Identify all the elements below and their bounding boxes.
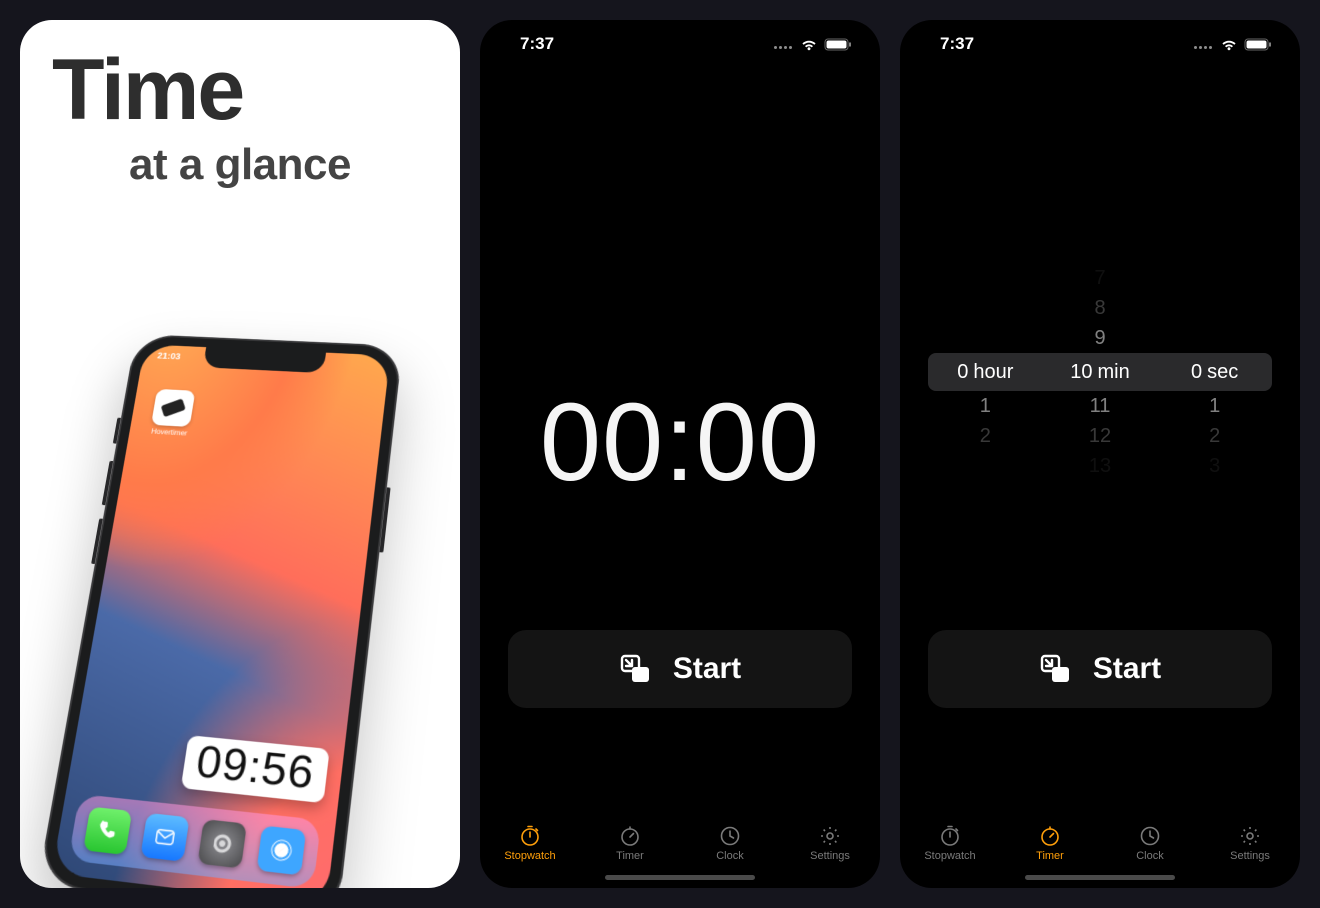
home-indicator — [605, 875, 755, 880]
tab-timer-label: Timer — [580, 850, 680, 862]
timer-icon — [1038, 824, 1062, 848]
tab-settings-label: Settings — [780, 850, 880, 862]
status-bar: 7:37 — [480, 20, 880, 68]
tab-clock[interactable]: Clock — [680, 822, 780, 862]
dock-settings-icon — [198, 819, 248, 868]
dock-mail-icon — [140, 813, 189, 862]
tab-settings[interactable]: Settings — [780, 822, 880, 862]
tab-settings[interactable]: Settings — [1200, 822, 1300, 862]
pip-icon — [619, 653, 651, 685]
tab-timer-label: Timer — [1000, 850, 1100, 862]
tab-clock[interactable]: Clock — [1100, 822, 1200, 862]
dock-safari-icon — [256, 825, 306, 875]
clock-icon — [1138, 824, 1162, 848]
start-button[interactable]: Start — [928, 630, 1272, 708]
tab-stopwatch-label: Stopwatch — [900, 850, 1000, 862]
tab-stopwatch[interactable]: Stopwatch — [480, 822, 580, 862]
stopwatch-icon — [518, 824, 542, 848]
pip-icon — [1039, 653, 1071, 685]
stopwatch-icon — [938, 824, 962, 848]
gear-icon — [818, 824, 842, 848]
start-button[interactable]: Start — [508, 630, 852, 708]
screenshot-stopwatch: 7:37 00:00 Start — [480, 20, 880, 888]
timer-icon — [618, 824, 642, 848]
mock-app-label: Hovertimer — [149, 427, 189, 437]
screenshot-timer: 7:37 0hour 1 2 — [900, 20, 1300, 888]
picker-minutes[interactable]: 7 8 9 10min 11 12 13 — [1043, 263, 1158, 481]
tab-clock-label: Clock — [680, 850, 780, 862]
mock-app-icon: Hovertimer — [149, 389, 195, 438]
gear-icon — [1238, 824, 1262, 848]
start-button-label: Start — [673, 652, 741, 686]
home-indicator — [1025, 875, 1175, 880]
status-time: 7:37 — [940, 34, 974, 54]
tab-timer[interactable]: Timer — [1000, 822, 1100, 862]
mock-status-time: 21:03 — [157, 352, 182, 362]
mock-dock — [68, 794, 321, 888]
tab-clock-label: Clock — [1100, 850, 1200, 862]
subheadline: at a glance — [40, 140, 440, 190]
picker-seconds[interactable]: 0sec 1 2 3 — [1157, 263, 1272, 481]
tab-stopwatch[interactable]: Stopwatch — [900, 822, 1000, 862]
marketing-card: Time at a glance 21:03 Hovertimer 09:56 — [20, 20, 460, 888]
wifi-icon — [800, 38, 818, 51]
status-bar: 7:37 — [900, 20, 1300, 68]
wifi-icon — [1220, 38, 1238, 51]
tab-settings-label: Settings — [1200, 850, 1300, 862]
headline: Time — [40, 50, 440, 132]
status-time: 7:37 — [520, 34, 554, 54]
phone-mock: 21:03 Hovertimer 09:56 — [37, 334, 402, 888]
picker-hours[interactable]: 0hour 1 2 — [928, 263, 1043, 481]
clock-icon — [718, 824, 742, 848]
dock-phone-icon — [83, 807, 132, 855]
duration-picker[interactable]: 0hour 1 2 7 8 9 10min 11 12 13 — [928, 263, 1272, 481]
stopwatch-readout: 00:00 — [540, 379, 820, 506]
battery-icon — [1244, 38, 1272, 51]
cell-dots-icon — [1192, 34, 1212, 54]
tab-stopwatch-label: Stopwatch — [480, 850, 580, 862]
battery-icon — [824, 38, 852, 51]
tab-timer[interactable]: Timer — [580, 822, 680, 862]
start-button-label: Start — [1093, 652, 1161, 686]
cell-dots-icon — [772, 34, 792, 54]
pip-time-overlay: 09:56 — [181, 735, 330, 803]
